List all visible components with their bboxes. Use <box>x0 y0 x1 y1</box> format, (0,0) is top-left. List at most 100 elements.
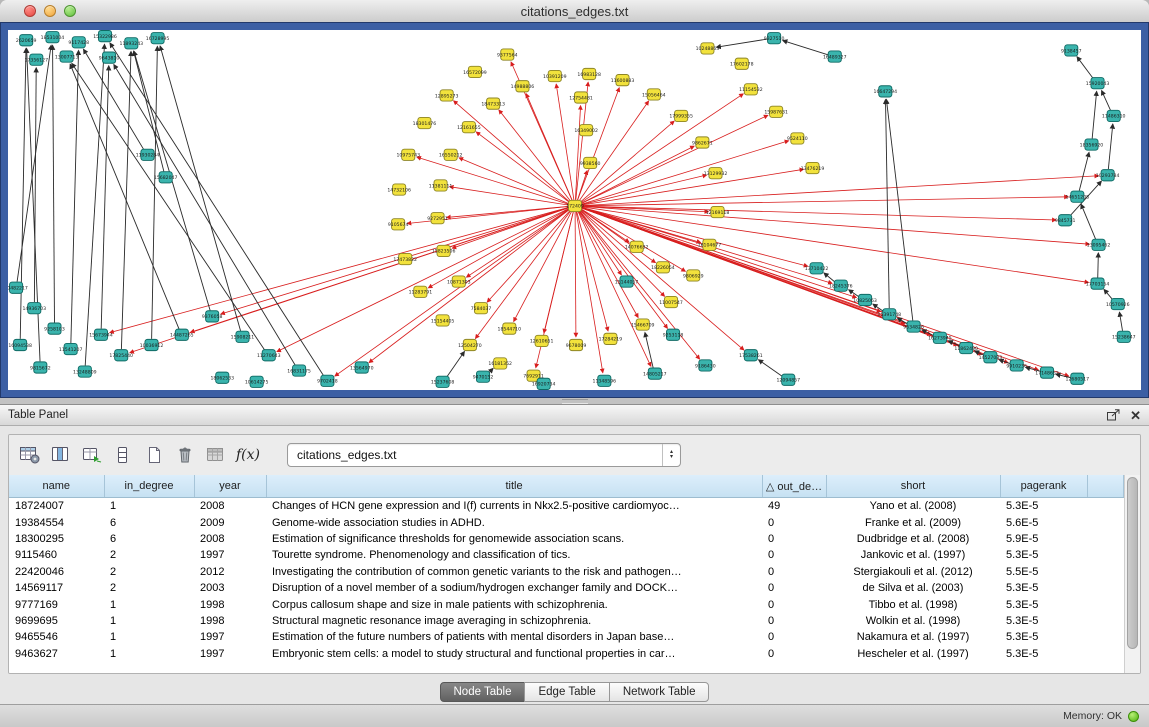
network-edge[interactable] <box>886 99 912 320</box>
table-cell[interactable]: 2 <box>104 547 194 563</box>
table-cell[interactable]: 5.6E-5 <box>1000 514 1087 530</box>
table-cell[interactable]: Estimation of significance thresholds fo… <box>266 531 762 547</box>
tab-node-table[interactable]: Node Table <box>440 682 526 702</box>
network-node[interactable]: 9258103 <box>44 323 65 334</box>
table-cell[interactable]: 1998 <box>194 596 266 612</box>
network-edge[interactable] <box>475 211 570 339</box>
network-edge[interactable] <box>1098 253 1099 278</box>
network-node[interactable]: 13007713 <box>55 51 79 62</box>
network-node[interactable]: 9806929 <box>683 270 704 281</box>
network-node[interactable]: 14651208 <box>1066 191 1090 202</box>
table-row[interactable]: 946554611997Estimation of the future num… <box>9 629 1124 645</box>
table-cell[interactable]: 5.9E-5 <box>1000 531 1087 547</box>
network-node[interactable]: 12680517 <box>1066 373 1090 384</box>
network-edge[interactable] <box>487 210 570 302</box>
table-cell[interactable]: 5.3E-5 <box>1000 596 1087 612</box>
network-node[interactable]: 11381111 <box>429 180 453 191</box>
table-row[interactable]: 969969511998Structural magnetic resonanc… <box>9 613 1124 629</box>
float-panel-icon[interactable] <box>1107 409 1120 421</box>
table-cell[interactable]: 1 <box>104 498 194 515</box>
network-node[interactable]: 16728995 <box>146 33 170 44</box>
table-cell[interactable]: 5.3E-5 <box>1000 547 1087 563</box>
network-edge[interactable] <box>1092 91 1096 138</box>
network-edge[interactable] <box>499 110 571 201</box>
network-node[interactable]: 11893243 <box>120 38 144 49</box>
table-cell[interactable]: 0 <box>762 514 826 530</box>
table-cell[interactable]: 5.5E-5 <box>1000 564 1087 580</box>
network-node[interactable]: 11348596 <box>593 375 617 386</box>
table-cell[interactable]: Structural magnetic resonance image aver… <box>266 613 762 629</box>
network-node[interactable]: 15673944 <box>89 329 113 340</box>
network-node[interactable]: 10391209 <box>543 70 567 81</box>
network-edge[interactable] <box>759 360 783 377</box>
table-cell[interactable]: Tibbo et al. (1998) <box>826 596 1000 612</box>
network-edge[interactable] <box>577 171 587 200</box>
network-node[interactable]: 18356920 <box>1080 139 1104 150</box>
edit-table-button[interactable] <box>81 443 103 467</box>
network-node[interactable]: 16647294 <box>874 86 898 97</box>
network-node[interactable]: 15823506 <box>432 245 456 256</box>
network-edge[interactable] <box>277 209 569 352</box>
table-row[interactable]: 946362711997Embryonic stem cells: a mode… <box>9 646 1124 662</box>
column-header-out_de[interactable]: △ out_de… <box>762 475 826 498</box>
tab-edge-table[interactable]: Edge Table <box>524 682 609 702</box>
network-edge[interactable] <box>72 63 265 350</box>
network-node[interactable]: 15144057 <box>615 276 639 287</box>
table-cell[interactable]: Changes of HCN gene expression and I(f) … <box>266 498 762 515</box>
table-cell[interactable]: 1997 <box>194 547 266 563</box>
scrollbar-thumb[interactable] <box>1127 477 1138 649</box>
network-node[interactable]: 16181352 <box>488 358 512 369</box>
network-edge[interactable] <box>1119 312 1122 331</box>
table-cell[interactable]: 1 <box>104 596 194 612</box>
network-node[interactable]: 17148652 <box>1035 367 1059 378</box>
network-node[interactable]: 16349002 <box>574 125 598 136</box>
table-cell[interactable]: 19384554 <box>9 514 104 530</box>
minimize-button[interactable] <box>44 5 56 17</box>
table-cell[interactable]: 5.3E-5 <box>1000 613 1087 629</box>
network-node[interactable]: 15056464 <box>642 89 666 100</box>
network-edge[interactable] <box>1077 57 1093 79</box>
network-table-dropdown[interactable]: citations_edges.txt ▴▾ <box>287 443 681 467</box>
network-edge[interactable] <box>152 46 158 339</box>
network-edge[interactable] <box>70 64 179 329</box>
network-node[interactable]: 18544710 <box>498 323 522 334</box>
network-node[interactable]: 12610651 <box>530 335 554 346</box>
network-node[interactable]: 12094857 <box>776 374 800 385</box>
network-edge[interactable] <box>53 45 55 322</box>
network-node[interactable]: 9105674 <box>388 219 409 230</box>
network-node[interactable]: 11007547 <box>659 296 683 307</box>
table-cell[interactable]: 2 <box>104 564 194 580</box>
table-cell[interactable]: 5.3E-5 <box>1000 629 1087 645</box>
network-edge[interactable] <box>476 132 569 202</box>
table-cell[interactable]: 6 <box>104 531 194 547</box>
network-edge[interactable] <box>114 65 296 366</box>
network-node[interactable]: 17703154 <box>1086 278 1110 289</box>
network-node[interactable]: 11154532 <box>739 84 763 95</box>
network-edge[interactable] <box>447 352 465 377</box>
network-node[interactable]: 9327510 <box>764 33 785 44</box>
table-cell[interactable]: 1 <box>104 629 194 645</box>
network-edge[interactable] <box>783 41 828 55</box>
network-edge[interactable] <box>1079 152 1089 190</box>
network-node[interactable]: 9702418 <box>317 375 338 386</box>
network-node[interactable]: 17284219 <box>599 333 623 344</box>
network-edge[interactable] <box>1102 91 1111 111</box>
column-header-pagerank[interactable]: pagerank <box>1000 475 1087 498</box>
table-cell[interactable]: 18724007 <box>9 498 104 515</box>
network-node[interactable]: 13476219 <box>801 162 825 173</box>
network-node[interactable]: 14936703 <box>22 303 46 314</box>
network-edge[interactable] <box>582 208 1069 376</box>
network-node[interactable]: 16550212 <box>439 149 463 160</box>
network-node[interactable]: 12895273 <box>435 90 459 101</box>
table-cell[interactable]: 22420046 <box>9 564 104 580</box>
table-cell[interactable]: 0 <box>762 531 826 547</box>
table-cell[interactable]: 9115460 <box>9 547 104 563</box>
column-header-year[interactable]: year <box>194 475 266 498</box>
table-cell[interactable]: 5.3E-5 <box>1000 646 1087 662</box>
table-cell[interactable]: Disruption of a novel member of a sodium… <box>266 580 762 596</box>
network-node[interactable]: 18473313 <box>481 98 505 109</box>
network-edge[interactable] <box>582 206 1056 220</box>
network-edge[interactable] <box>579 211 639 317</box>
table-cell[interactable]: 49 <box>762 498 826 515</box>
network-node[interactable]: 10248863 <box>696 43 720 54</box>
